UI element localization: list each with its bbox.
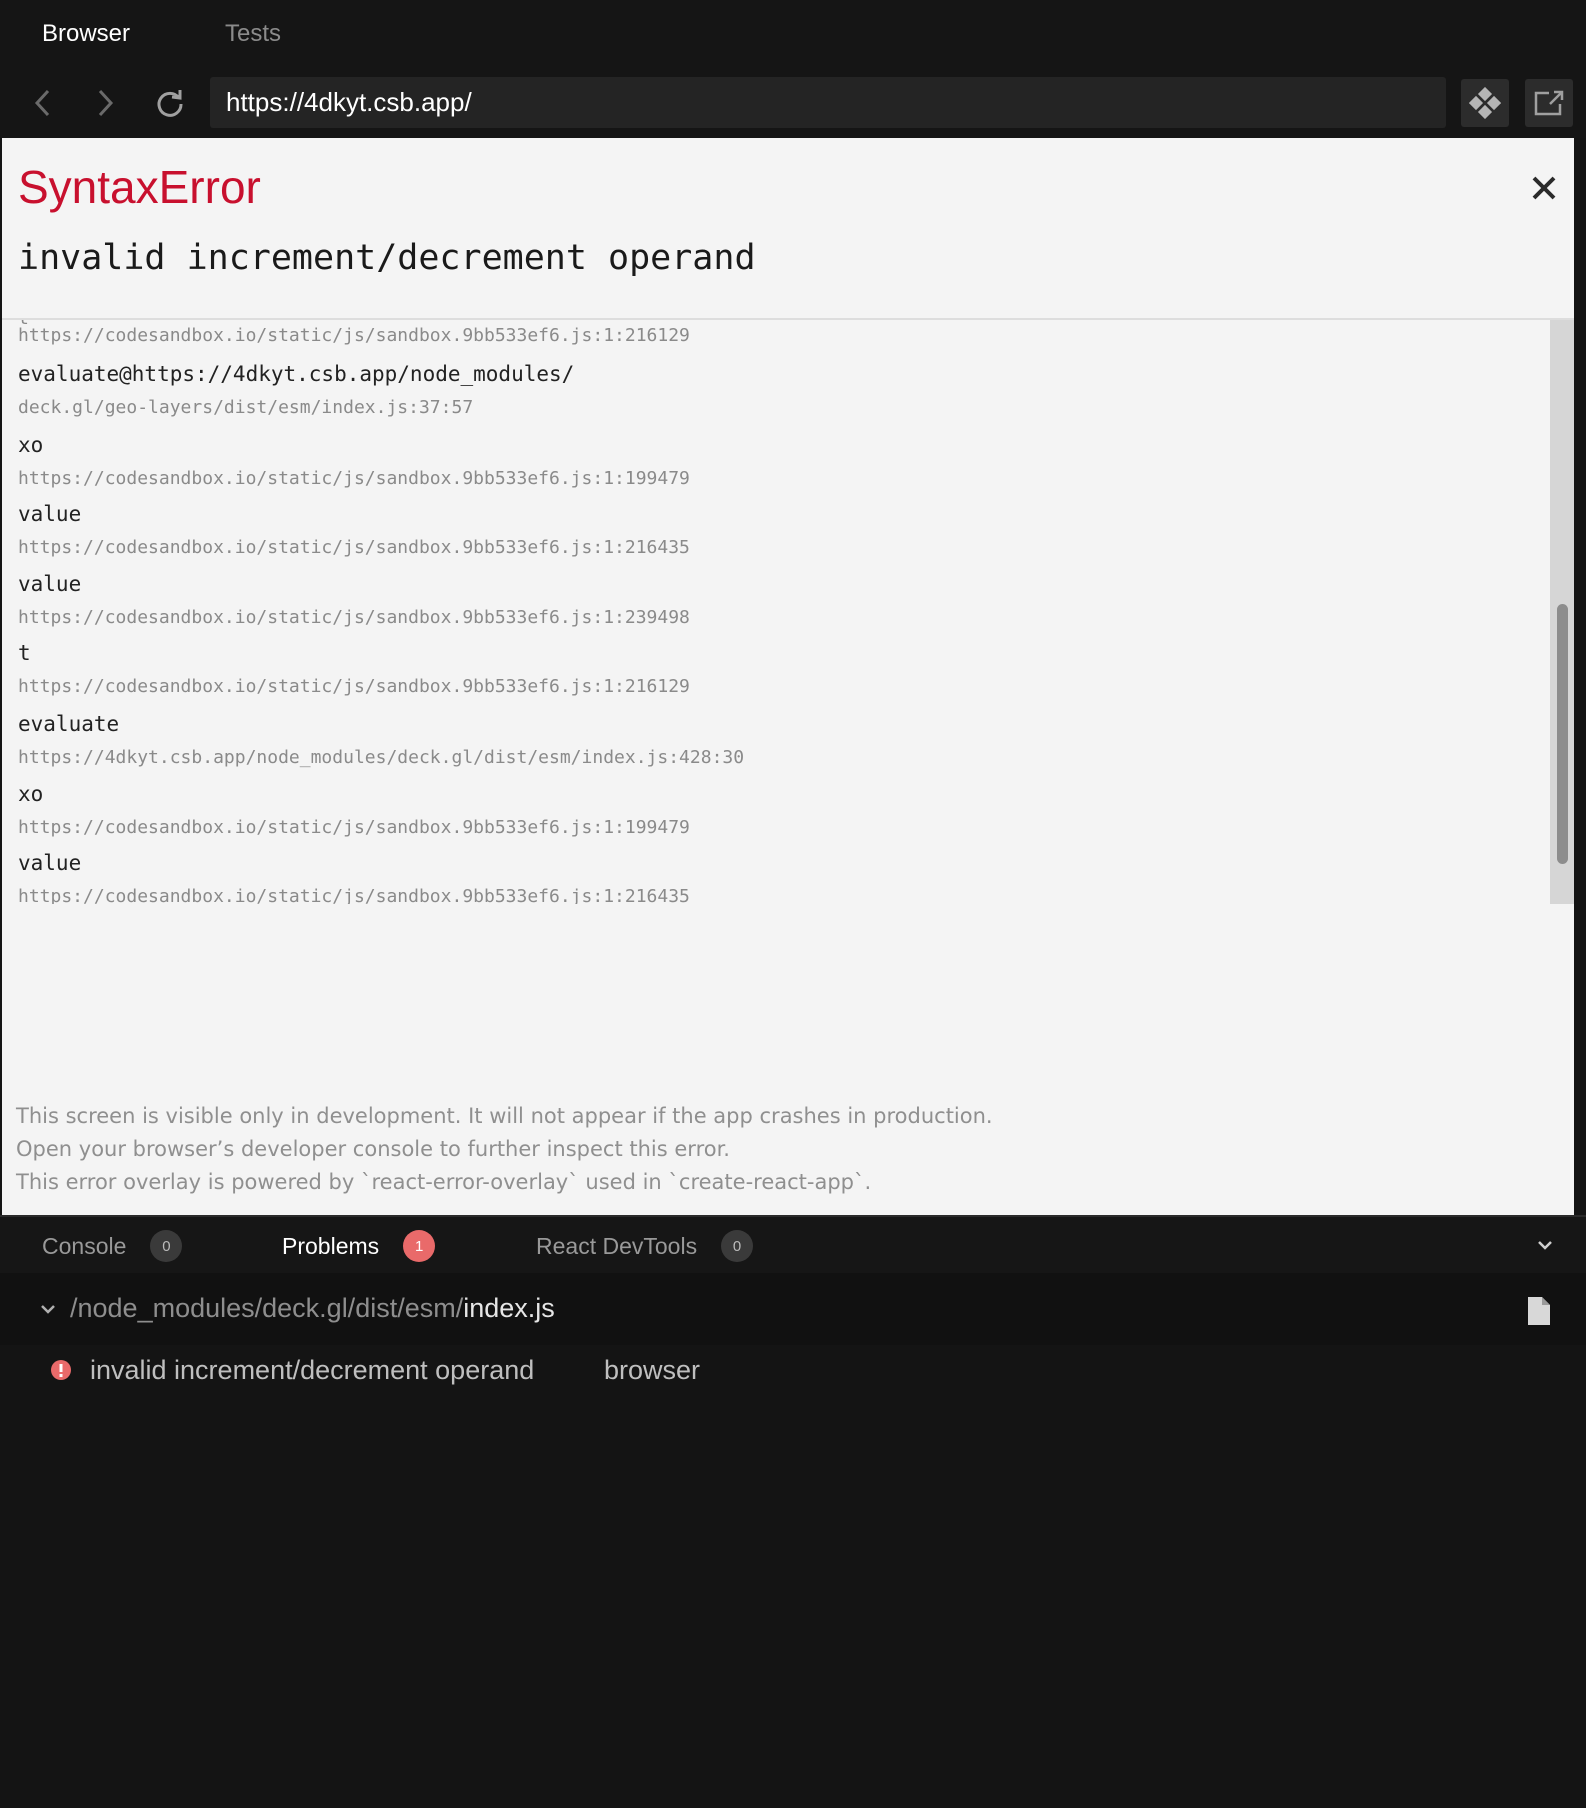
footer-note: Open your browser’s developer console to… — [16, 1137, 730, 1161]
diamond-grid-icon — [1469, 87, 1501, 119]
close-overlay-button[interactable] — [1528, 172, 1560, 204]
stack-frame-function: evaluate — [18, 712, 120, 736]
stack-frame: value https://codesandbox.io/static/js/s… — [18, 502, 690, 558]
stack-frame: t https://codesandbox.io/static/js/sandb… — [18, 641, 690, 697]
error-overlay: SyntaxError invalid increment/decrement … — [2, 138, 1574, 1215]
stack-frame: value https://codesandbox.io/static/js/s… — [18, 851, 690, 904]
tab-problems[interactable]: Problems 1 — [282, 1217, 436, 1275]
stack-frame-function: t — [18, 641, 31, 665]
stack-trace[interactable]: t https://codesandbox.io/static/js/sandb… — [2, 320, 1550, 904]
count-badge: 0 — [150, 1230, 183, 1262]
stack-frame-source: https://codesandbox.io/static/js/sandbox… — [18, 676, 690, 697]
stack-frame: evaluate https://4dkyt.csb.app/node_modu… — [18, 712, 744, 768]
count-badge: 1 — [403, 1230, 436, 1262]
open-in-new-window-button[interactable] — [1525, 79, 1573, 127]
url-input[interactable]: https://4dkyt.csb.app/ — [210, 77, 1446, 128]
tab-label: Console — [42, 1232, 127, 1259]
stack-frame-source: https://codesandbox.io/static/js/sandbox… — [18, 607, 690, 628]
refresh-icon — [157, 90, 183, 117]
stack-frame-function: value — [18, 502, 82, 526]
stack-frame: xo https://codesandbox.io/static/js/sand… — [18, 433, 690, 489]
forward-button[interactable] — [88, 86, 122, 120]
tab-label: Problems — [282, 1232, 380, 1259]
stack-frame: value https://codesandbox.io/static/js/s… — [18, 572, 690, 628]
browser-nav-bar: https://4dkyt.csb.app/ — [0, 68, 1586, 138]
stack-frame-source: https://codesandbox.io/static/js/sandbox… — [18, 886, 690, 904]
stack-frame: evaluate@https://4dkyt.csb.app/node_modu… — [18, 362, 574, 418]
stack-frame-function: evaluate@https://4dkyt.csb.app/node_modu… — [18, 362, 575, 386]
problem-file-row[interactable]: /node_modules/deck.gl/dist/esm/index.js — [0, 1273, 1586, 1345]
top-tab-bar: Browser Tests — [0, 0, 1586, 68]
tab-browser[interactable]: Browser — [42, 20, 130, 48]
stack-frame-source: https://codesandbox.io/static/js/sandbox… — [18, 325, 690, 346]
chevron-down-icon[interactable] — [38, 1299, 58, 1324]
file-path: /node_modules/deck.gl/dist/esm/index.js — [70, 1293, 555, 1324]
problem-source: browser — [604, 1355, 701, 1385]
error-icon — [50, 1359, 72, 1386]
tab-console[interactable]: Console 0 — [42, 1217, 183, 1275]
footer-note: This screen is visible only in developme… — [16, 1104, 993, 1128]
stack-frame-source: https://codesandbox.io/static/js/sandbox… — [18, 537, 690, 558]
error-message: invalid increment/decrement operand — [18, 238, 756, 278]
count-badge: 0 — [721, 1230, 754, 1262]
problem-item[interactable]: invalid increment/decrement operand brow… — [0, 1345, 1586, 1395]
devtools-button[interactable] — [1461, 79, 1509, 127]
problem-message: invalid increment/decrement operand — [90, 1355, 535, 1385]
tab-react-devtools[interactable]: React DevTools 0 — [536, 1217, 754, 1275]
stack-frame-function: xo — [18, 782, 44, 806]
file-directory: /node_modules/deck.gl/dist/esm/ — [70, 1293, 464, 1323]
stack-frame-function: xo — [18, 433, 44, 457]
chevron-left-icon — [34, 89, 50, 117]
chevron-right-icon — [98, 89, 114, 117]
external-window-icon — [1534, 90, 1564, 116]
stack-frame-source: https://codesandbox.io/static/js/sandbox… — [18, 468, 690, 489]
back-button[interactable] — [26, 86, 60, 120]
overlay-footer-notes: This screen is visible only in developme… — [16, 1100, 993, 1199]
footer-note: This error overlay is powered by `react-… — [16, 1170, 872, 1194]
chevron-down-icon — [1538, 1241, 1552, 1250]
stack-frame-source: deck.gl/geo-layers/dist/esm/index.js:37:… — [18, 397, 474, 418]
file-icon[interactable] — [1526, 1295, 1552, 1332]
scrollbar-thumb[interactable] — [1557, 604, 1568, 864]
stack-frame-source: https://codesandbox.io/static/js/sandbox… — [18, 817, 690, 838]
error-title: SyntaxError — [18, 161, 261, 213]
tab-tests[interactable]: Tests — [225, 20, 281, 48]
close-icon — [1532, 176, 1556, 200]
stack-frame: xo https://codesandbox.io/static/js/sand… — [18, 782, 690, 838]
devtools-panel-tabs: Console 0 Problems 1 React DevTools 0 — [0, 1215, 1586, 1273]
stack-frame-function: value — [18, 851, 82, 875]
file-name: index.js — [463, 1293, 555, 1323]
stack-frame-function: value — [18, 572, 82, 596]
refresh-button[interactable] — [153, 86, 187, 120]
stack-trace-scrollbar[interactable] — [1550, 320, 1574, 904]
stack-frame: https://codesandbox.io/static/js/sandbox… — [18, 325, 690, 346]
tab-label: React DevTools — [536, 1232, 698, 1259]
stack-frame-source: https://4dkyt.csb.app/node_modules/deck.… — [18, 747, 745, 768]
collapse-panel-button[interactable] — [1530, 1233, 1560, 1259]
